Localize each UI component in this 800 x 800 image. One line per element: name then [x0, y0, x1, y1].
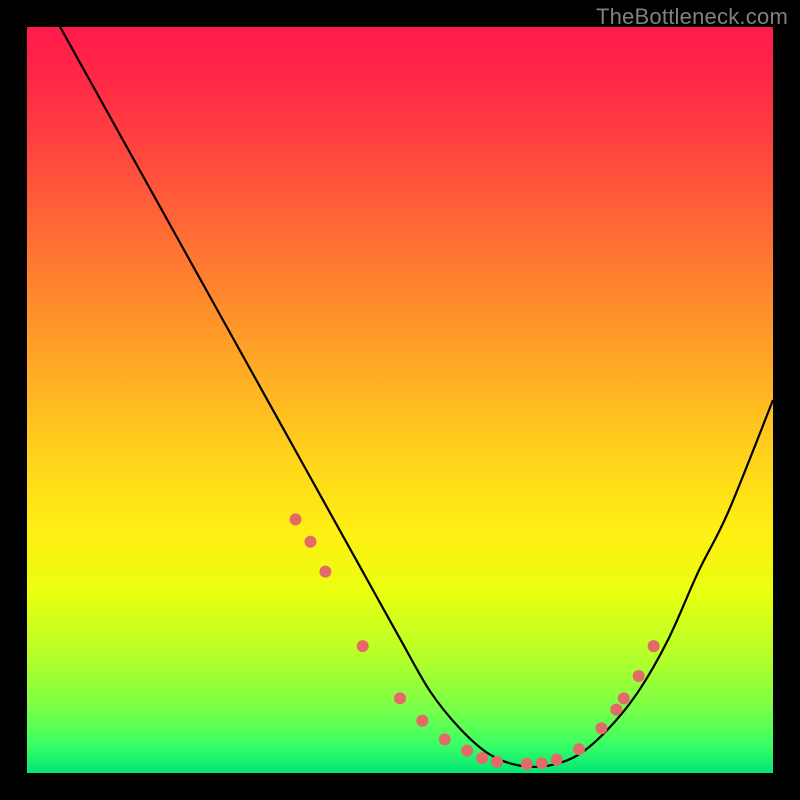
marker-point [491, 756, 503, 768]
plot-area [27, 27, 773, 773]
curve-line [27, 0, 773, 767]
chart-frame: TheBottleneck.com [0, 0, 800, 800]
marker-point [610, 704, 622, 716]
marker-point [394, 692, 406, 704]
marker-point [416, 715, 428, 727]
marker-point [290, 513, 302, 525]
marker-point [595, 722, 607, 734]
marker-point [648, 640, 660, 652]
marker-point [476, 752, 488, 764]
marker-point [319, 566, 331, 578]
marker-point [304, 536, 316, 548]
watermark-text: TheBottleneck.com [596, 4, 788, 30]
marker-point [357, 640, 369, 652]
marker-point [618, 692, 630, 704]
marker-point [633, 670, 645, 682]
marker-point [461, 745, 473, 757]
bottleneck-curve [27, 27, 773, 773]
marker-point [536, 757, 548, 769]
curve-markers [290, 513, 660, 770]
marker-point [521, 758, 533, 770]
marker-point [439, 733, 451, 745]
marker-point [551, 754, 563, 766]
marker-point [573, 743, 585, 755]
